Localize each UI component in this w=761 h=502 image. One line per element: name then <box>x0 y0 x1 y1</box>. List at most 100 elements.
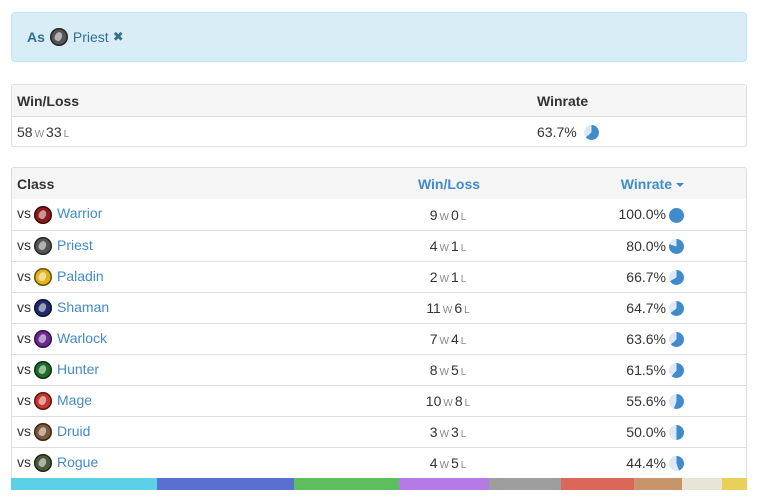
vs-label: vs <box>17 267 31 284</box>
druid-icon <box>34 423 52 442</box>
losses-count: 1 <box>450 238 459 254</box>
class-link[interactable]: Mage <box>57 392 92 408</box>
table-row: vs Priest 4 W 1 L 80.0% <box>12 230 746 261</box>
class-link[interactable]: Paladin <box>57 268 104 284</box>
sort-desc-icon <box>676 182 684 187</box>
as-label: As <box>27 29 45 45</box>
winloss-sort-header[interactable]: Win/Loss <box>349 176 549 192</box>
table-row: vs Mage 10 W 8 L 55.6% <box>12 385 746 416</box>
distribution-segment <box>157 478 294 490</box>
rogue-icon <box>34 454 52 473</box>
winrate-value: 50.0% <box>626 423 666 440</box>
losses-suffix: L <box>460 367 467 378</box>
wins-suffix: W <box>439 460 449 471</box>
winloss-cell: 3W3L <box>349 424 549 440</box>
class-link[interactable]: Rogue <box>57 454 98 470</box>
losses-suffix: L <box>460 243 467 254</box>
winrate-cell: 61.5% <box>549 362 684 379</box>
class-cell: vs Rogue <box>12 453 349 473</box>
wins-suffix: W <box>439 243 449 254</box>
distribution-segment <box>11 478 157 490</box>
winrate-value: 63.6% <box>626 330 666 347</box>
class-cell: vs Hunter <box>12 360 349 380</box>
distribution-segment <box>399 478 489 490</box>
wins-count: 10 <box>425 393 442 409</box>
class-distribution-bar <box>11 478 747 490</box>
winrate-pie-icon <box>669 239 684 255</box>
summary-table: Win/Loss Winrate 58 W 33 L 63.7% <box>11 84 747 147</box>
wins-suffix: W <box>439 274 449 285</box>
wins-count: 4 <box>429 455 438 471</box>
summary-losses: 33 <box>46 124 62 140</box>
distribution-segment <box>294 478 399 490</box>
summary-wins: 58 <box>17 124 33 140</box>
class-link[interactable]: Shaman <box>57 299 109 315</box>
filter-class-name: Priest <box>72 29 109 45</box>
winrate-pie-icon <box>669 363 684 379</box>
winrate-pie-icon <box>583 125 599 141</box>
class-cell: vs Warlock <box>12 330 349 349</box>
warlock-icon <box>34 330 52 349</box>
summary-header-row: Win/Loss Winrate <box>12 85 746 116</box>
wins-suffix: W <box>439 429 449 440</box>
losses-suffix: L <box>460 429 467 440</box>
winrate-sort-header[interactable]: Winrate <box>549 176 684 192</box>
class-cell: vs Warrior <box>12 205 349 224</box>
wins-count: 7 <box>429 331 438 347</box>
summary-winloss-header: Win/Loss <box>17 92 80 109</box>
winrate-pie-icon <box>669 207 684 223</box>
class-link[interactable]: Priest <box>57 237 93 253</box>
vs-label: vs <box>17 298 31 315</box>
wins-suffix: W <box>439 367 449 378</box>
winrate-cell: 63.6% <box>549 331 684 348</box>
winrate-pie-icon <box>669 301 684 317</box>
priest-icon <box>34 237 52 256</box>
class-cell: vs Priest <box>12 237 349 256</box>
vs-label: vs <box>17 453 31 470</box>
losses-suffix: L <box>460 336 467 347</box>
remove-filter-icon[interactable]: ✖ <box>113 29 124 45</box>
vs-label: vs <box>17 205 31 222</box>
vs-label: vs <box>17 422 31 439</box>
winloss-cell: 8W5L <box>349 362 549 378</box>
wins-suffix: W <box>34 129 45 140</box>
class-cell: vs Shaman <box>12 298 349 318</box>
class-link[interactable]: Warrior <box>57 205 102 221</box>
winrate-pie-icon <box>669 456 684 472</box>
summary-winrate-header: Winrate <box>537 92 589 109</box>
class-link[interactable]: Druid <box>57 423 90 439</box>
losses-count: 4 <box>450 331 459 347</box>
winrate-cell: 64.7% <box>549 300 684 317</box>
distribution-segment <box>489 478 561 490</box>
table-row: vs Warlock 7 W 4 L 63.6% <box>12 323 746 354</box>
class-header: Class <box>17 175 55 192</box>
table-row: vs Shaman 11 W 6 L 64.7% <box>12 292 746 323</box>
winrate-cell: 55.6% <box>549 393 684 410</box>
winrate-value: 66.7% <box>626 268 666 285</box>
wins-count: 8 <box>429 362 438 378</box>
table-row: vs Paladin 2 W 1 L 66.7% <box>12 261 746 292</box>
winrate-cell: 100.0% <box>549 206 684 223</box>
winrate-value: 61.5% <box>626 361 666 378</box>
losses-suffix: L <box>63 129 70 140</box>
losses-count: 1 <box>450 269 459 285</box>
losses-count: 8 <box>454 393 463 409</box>
summary-row: 58 W 33 L 63.7% <box>12 116 746 147</box>
wins-suffix: W <box>443 398 453 409</box>
table-row: vs Warrior 9 W 0 L 100.0% <box>12 199 746 230</box>
class-link[interactable]: Hunter <box>57 361 99 377</box>
class-cell: vs Paladin <box>12 267 349 287</box>
winloss-cell: 7W4L <box>349 331 549 347</box>
wins-count: 4 <box>429 238 438 254</box>
summary-winrate: 63.7% <box>537 124 746 141</box>
winloss-cell: 10 W 8 L <box>349 393 549 409</box>
class-link[interactable]: Warlock <box>57 330 107 346</box>
shaman-icon <box>34 299 52 318</box>
table-row: vs Druid 3 W 3 L 50.0% <box>12 416 746 447</box>
winrate-cell: 50.0% <box>549 424 684 441</box>
winrate-cell: 44.4% <box>549 455 684 472</box>
wins-suffix: W <box>439 211 449 223</box>
priest-icon <box>49 28 68 46</box>
vs-label: vs <box>17 360 31 377</box>
wins-count: 11 <box>426 300 441 316</box>
